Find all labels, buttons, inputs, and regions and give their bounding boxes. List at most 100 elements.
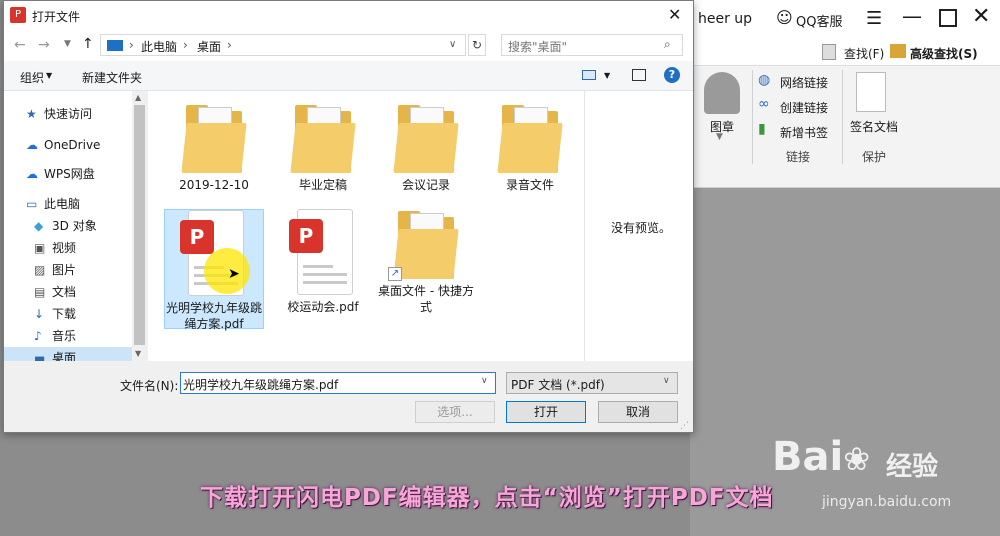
- maximize-icon[interactable]: [939, 9, 957, 27]
- picture-icon: ▨: [34, 263, 46, 277]
- breadcrumb-this-pc[interactable]: 此电脑: [141, 38, 177, 55]
- nav-item-label: 音乐: [52, 329, 77, 343]
- file-name-label: 2019-12-10: [179, 178, 249, 192]
- options-button[interactable]: 选项...: [415, 401, 495, 423]
- stamp-icon[interactable]: [704, 72, 740, 114]
- nav-item-9[interactable]: ↓ 下载: [4, 303, 132, 325]
- open-file-dialog: P 打开文件 ✕ ← → ▼ ↑ › 此电脑 › 桌面 › ∨ ↻ 搜索"桌面"…: [3, 0, 694, 433]
- address-row: ← → ▼ ↑ › 此电脑 › 桌面 › ∨ ↻ 搜索"桌面" ⌕: [4, 31, 693, 61]
- nav-item-7[interactable]: ▨ 图片: [4, 259, 132, 281]
- nav-item-label: 视频: [52, 241, 77, 255]
- watermark-brand-cn: 经验: [886, 452, 939, 482]
- back-arrow-icon[interactable]: ←: [14, 37, 26, 53]
- up-arrow-icon[interactable]: ↑: [82, 36, 94, 52]
- cloud-icon: ☁: [26, 138, 38, 152]
- globe-icon: ◍: [758, 72, 771, 88]
- nav-item-label: 快速访问: [44, 107, 93, 121]
- nav-item-4[interactable]: ▭ 此电脑: [4, 193, 132, 215]
- pdf-file-item[interactable]: P 校运动会.pdf: [273, 209, 373, 315]
- nav-item-11[interactable]: ▬ 桌面: [4, 347, 132, 361]
- video-caption: 下载打开闪电PDF编辑器，点击“浏览”打开PDF文档: [200, 485, 774, 511]
- mouse-cursor-icon: ➤: [228, 266, 240, 282]
- nav-item-5[interactable]: ◆ 3D 对象: [4, 215, 132, 237]
- filetype-value: PDF 文档 (*.pdf): [511, 378, 605, 392]
- minimize-icon[interactable]: —: [902, 4, 922, 28]
- desktop-icon: ▬: [34, 351, 46, 361]
- recent-chevron-icon[interactable]: ▼: [64, 39, 71, 49]
- search-input[interactable]: 搜索"桌面" ⌕: [501, 34, 683, 56]
- computer-icon: ▭: [26, 197, 38, 211]
- folder-item[interactable]: 录音文件: [480, 103, 580, 193]
- view-chevron-icon[interactable]: ▼: [604, 71, 610, 80]
- file-name-label: 桌面文件 - 快捷方式: [378, 284, 474, 314]
- folder-item[interactable]: 会议记录: [376, 103, 476, 193]
- filetype-select[interactable]: PDF 文档 (*.pdf) ∨: [506, 372, 678, 394]
- filename-dropdown-icon[interactable]: ∨: [481, 376, 488, 386]
- view-options-icon[interactable]: [582, 70, 596, 80]
- file-name-label: 录音文件: [505, 178, 554, 192]
- new-folder-button[interactable]: 新建文件夹: [82, 69, 142, 86]
- file-name-label: 毕业定稿: [298, 178, 347, 192]
- shortcut-item[interactable]: ↗ 桌面文件 - 快捷方式: [376, 209, 476, 315]
- create-link-button[interactable]: 创建链接: [780, 99, 828, 116]
- resize-grip-icon[interactable]: ⋰: [680, 421, 689, 431]
- help-icon[interactable]: ?: [664, 67, 680, 83]
- scroll-thumb[interactable]: [134, 105, 145, 345]
- menu-icon[interactable]: ☰: [866, 8, 882, 29]
- folder-item[interactable]: 2019-12-10: [164, 103, 264, 193]
- open-button[interactable]: 打开: [506, 401, 586, 423]
- cancel-button[interactable]: 取消: [598, 401, 678, 423]
- new-bookmark-button[interactable]: 新增书签: [780, 124, 828, 141]
- nav-scrollbar[interactable]: ▲ ▼: [132, 91, 147, 361]
- app-ribbon-tabs: 查找(F) 高级查找(S): [690, 38, 1000, 66]
- file-name-label: 光明学校九年级跳绳方案.pdf: [165, 301, 262, 331]
- search-icon[interactable]: ⌕: [664, 37, 671, 52]
- nav-item-8[interactable]: ▤ 文档: [4, 281, 132, 303]
- paw-icon: ❀: [843, 440, 871, 478]
- forward-arrow-icon[interactable]: →: [38, 37, 50, 53]
- file-name-label: 会议记录: [401, 178, 450, 192]
- net-link-button[interactable]: 网络链接: [780, 74, 828, 91]
- pdf-file-icon: P: [289, 209, 357, 295]
- close-icon[interactable]: ✕: [668, 5, 681, 24]
- protect-group-label: 保护: [862, 150, 887, 164]
- address-bar[interactable]: › 此电脑 › 桌面 › ∨: [100, 34, 466, 56]
- refresh-icon[interactable]: ↻: [468, 34, 486, 56]
- sign-document-icon[interactable]: [856, 72, 886, 112]
- file-list: 2019-12-10 毕业定稿 会议记录 录音文件 P 光明学校九年级跳绳方案.pdf P 校…: [148, 91, 584, 361]
- filename-input[interactable]: 光明学校九年级跳绳方案.pdf ∨: [180, 372, 496, 394]
- filetype-dropdown-icon[interactable]: ∨: [663, 376, 670, 386]
- folder-item[interactable]: 毕业定稿: [273, 103, 373, 193]
- app-title-bar: heer up ☺ QQ客服 ☰ — ✕: [690, 0, 1000, 38]
- close-app-icon[interactable]: ✕: [972, 4, 990, 29]
- advanced-find-button[interactable]: 高级查找(S): [910, 45, 978, 62]
- find-button[interactable]: 查找(F): [844, 45, 884, 62]
- dialog-title-bar: P 打开文件 ✕: [4, 1, 693, 31]
- address-dropdown-icon[interactable]: ∨: [449, 39, 456, 50]
- nav-item-1[interactable]: ★ 快速访问: [4, 103, 132, 125]
- nav-item-3[interactable]: ☁ WPS网盘: [4, 163, 132, 185]
- scroll-down-icon[interactable]: ▼: [135, 349, 141, 358]
- bookmark-icon: ▮: [758, 121, 766, 137]
- music-icon: ♪: [34, 329, 42, 343]
- nav-item-2[interactable]: ☁ OneDrive: [4, 134, 132, 156]
- breadcrumb-separator: ›: [129, 38, 134, 52]
- nav-item-6[interactable]: ▣ 视频: [4, 237, 132, 259]
- scroll-up-icon[interactable]: ▲: [135, 93, 141, 102]
- video-icon: ▣: [34, 241, 46, 255]
- organize-chevron-icon[interactable]: ▼: [46, 71, 52, 80]
- nav-item-label: 此电脑: [44, 197, 81, 211]
- computer-icon: [107, 40, 123, 51]
- nav-item-10[interactable]: ♪ 音乐: [4, 325, 132, 347]
- qq-service-link[interactable]: QQ客服: [796, 11, 842, 30]
- watermark-url: jingyan.baidu.com: [822, 494, 952, 510]
- organize-button[interactable]: 组织: [20, 69, 44, 86]
- preview-pane-icon[interactable]: [632, 69, 646, 81]
- find-icon: [822, 44, 836, 60]
- chevron-down-icon[interactable]: ▼: [716, 132, 723, 142]
- smile-icon[interactable]: ☺: [776, 8, 793, 27]
- divider: [842, 70, 843, 164]
- dialog-toolbar: 组织 ▼ 新建文件夹 ▼ ?: [4, 61, 693, 91]
- sign-document-label: 签名文档: [850, 120, 899, 134]
- breadcrumb-desktop[interactable]: 桌面: [197, 38, 221, 55]
